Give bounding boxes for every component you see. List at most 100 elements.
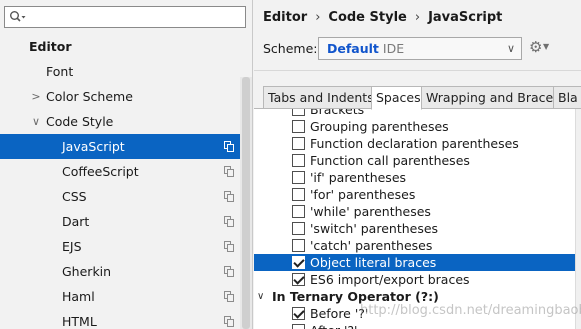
settings-search-input[interactable] xyxy=(4,6,246,28)
option-row[interactable]: 'switch' parentheses xyxy=(254,220,575,237)
breadcrumb-separator: › xyxy=(414,10,421,25)
checkbox-for-parentheses[interactable] xyxy=(292,188,305,201)
option-label: 'if' parentheses xyxy=(310,170,407,185)
tree-item-label: Code Style xyxy=(46,114,114,129)
option-label: 'catch' parentheses xyxy=(310,238,433,253)
copy-icon xyxy=(224,291,235,302)
chevron-down-icon[interactable]: ∨ xyxy=(31,109,41,134)
option-label: ES6 import/export braces xyxy=(310,272,470,287)
option-row[interactable]: Object literal braces xyxy=(254,254,575,271)
tree-item-coffeescript[interactable]: CoffeeScript xyxy=(0,159,240,184)
checkbox-es6-import-export-braces[interactable] xyxy=(292,273,305,286)
tree-item-font[interactable]: Font xyxy=(0,59,240,84)
breadcrumb-item-javascript: JavaScript xyxy=(428,10,503,25)
tab-spaces[interactable]: Spaces xyxy=(371,86,422,110)
options-scrollbar[interactable] xyxy=(575,109,581,329)
option-row[interactable]: ES6 import/export braces xyxy=(254,271,575,288)
scheme-actions-button[interactable]: ⚙ ▼ xyxy=(529,38,555,58)
checkbox-brackets[interactable] xyxy=(292,109,305,116)
settings-tree: Editor Font > Color Scheme ∨ Code Style JavaSc… xyxy=(0,34,252,329)
tab-blank-lines[interactable]: Bla xyxy=(553,86,581,109)
tree-item-label: Color Scheme xyxy=(46,89,133,104)
checkbox-function-declaration-parentheses[interactable] xyxy=(292,137,305,150)
checkbox-object-literal-braces[interactable] xyxy=(292,256,305,269)
tab-wrapping-and-braces[interactable]: Wrapping and Braces xyxy=(421,86,554,109)
copy-icon xyxy=(224,241,235,252)
chevron-right-icon[interactable]: > xyxy=(31,84,41,109)
tree-item-color-scheme[interactable]: > Color Scheme xyxy=(0,84,240,109)
checkbox-function-call-parentheses[interactable] xyxy=(292,154,305,167)
settings-content: Editor › Code Style › JavaScript Scheme: Def… xyxy=(254,0,581,329)
divider xyxy=(254,70,581,71)
chevron-down-icon[interactable]: ∨ xyxy=(257,288,264,305)
tree-item-dart[interactable]: Dart xyxy=(0,209,240,234)
option-label: Function declaration parentheses xyxy=(310,136,519,151)
option-label: Object literal braces xyxy=(310,255,437,270)
search-icon[interactable] xyxy=(9,10,27,24)
option-row[interactable]: Function call parentheses xyxy=(254,152,575,169)
checkbox-before[interactable] xyxy=(292,307,305,320)
tree-item-label: CSS xyxy=(62,189,87,204)
option-row[interactable]: Brackets xyxy=(254,109,575,118)
option-label: Grouping parentheses xyxy=(310,119,449,134)
option-row[interactable]: 'while' parentheses xyxy=(254,203,575,220)
tree-item-gherkin[interactable]: Gherkin xyxy=(0,259,240,284)
tree-item-javascript[interactable]: JavaScript xyxy=(0,134,240,159)
copy-icon xyxy=(224,266,235,277)
option-label: 'switch' parentheses xyxy=(310,221,439,236)
breadcrumb-item-editor: Editor xyxy=(263,10,308,25)
option-label: 'while' parentheses xyxy=(310,204,431,219)
option-row[interactable]: Grouping parentheses xyxy=(254,118,575,135)
sidebar-scrollbar-thumb[interactable] xyxy=(242,77,250,329)
spaces-options-list: Brackets Grouping parentheses Function dec… xyxy=(254,109,575,329)
sidebar-scrollbar[interactable] xyxy=(240,77,252,329)
copy-icon xyxy=(224,166,235,177)
tree-item-css[interactable]: CSS xyxy=(0,184,240,209)
breadcrumb: Editor › Code Style › JavaScript xyxy=(263,9,502,27)
option-row[interactable]: 'catch' parentheses xyxy=(254,237,575,254)
option-label: After '?' xyxy=(310,322,358,329)
copy-icon xyxy=(224,316,235,327)
tree-item-label: HTML xyxy=(62,314,97,329)
tree-item-label: Dart xyxy=(62,214,90,229)
chevron-down-icon: ∨ xyxy=(506,42,515,55)
option-row[interactable]: After '?' xyxy=(254,322,575,329)
breadcrumb-item-code-style: Code Style xyxy=(328,10,407,25)
tree-item-label: JavaScript xyxy=(62,139,125,154)
option-row[interactable]: Function declaration parentheses xyxy=(254,135,575,152)
breadcrumb-separator: › xyxy=(315,10,321,25)
checkbox-after[interactable] xyxy=(292,324,305,329)
option-group-ternary-operator[interactable]: ∨ In Ternary Operator (?:) xyxy=(254,288,575,305)
tree-item-label: Editor xyxy=(29,39,72,54)
tree-item-code-style[interactable]: ∨ Code Style xyxy=(0,109,240,134)
option-row[interactable]: 'if' parentheses xyxy=(254,169,575,186)
tree-item-label: Font xyxy=(46,64,74,79)
tree-item-editor[interactable]: Editor xyxy=(0,34,240,59)
option-label: 'for' parentheses xyxy=(310,187,416,202)
tree-item-label: Gherkin xyxy=(62,264,112,279)
tree-item-html[interactable]: HTML xyxy=(0,309,240,329)
option-label: In Ternary Operator (?:) xyxy=(272,289,439,304)
tree-item-haml[interactable]: Haml xyxy=(0,284,240,309)
checkbox-if-parentheses[interactable] xyxy=(292,171,305,184)
tree-item-label: Haml xyxy=(62,289,95,304)
gear-icon: ⚙ xyxy=(529,38,543,56)
scheme-select[interactable]: Default IDE ∨ xyxy=(318,37,522,60)
copy-icon xyxy=(224,191,235,202)
scheme-label: Scheme: xyxy=(263,41,318,56)
tree-item-label: EJS xyxy=(62,239,82,254)
checkbox-while-parentheses[interactable] xyxy=(292,205,305,218)
scheme-tag: IDE xyxy=(382,41,405,56)
copy-icon xyxy=(224,216,235,227)
scheme-name: Default xyxy=(327,41,379,56)
tree-item-ejs[interactable]: EJS xyxy=(0,234,240,259)
option-row[interactable]: Before '?' xyxy=(254,305,575,322)
option-row[interactable]: 'for' parentheses xyxy=(254,186,575,203)
checkbox-grouping-parentheses[interactable] xyxy=(292,120,305,133)
checkbox-switch-parentheses[interactable] xyxy=(292,222,305,235)
tab-tabs-and-indents[interactable]: Tabs and Indents xyxy=(263,86,372,109)
checkbox-catch-parentheses[interactable] xyxy=(292,239,305,252)
copy-icon xyxy=(224,141,235,152)
option-label: Brackets xyxy=(310,109,365,117)
tree-item-label: CoffeeScript xyxy=(62,164,139,179)
